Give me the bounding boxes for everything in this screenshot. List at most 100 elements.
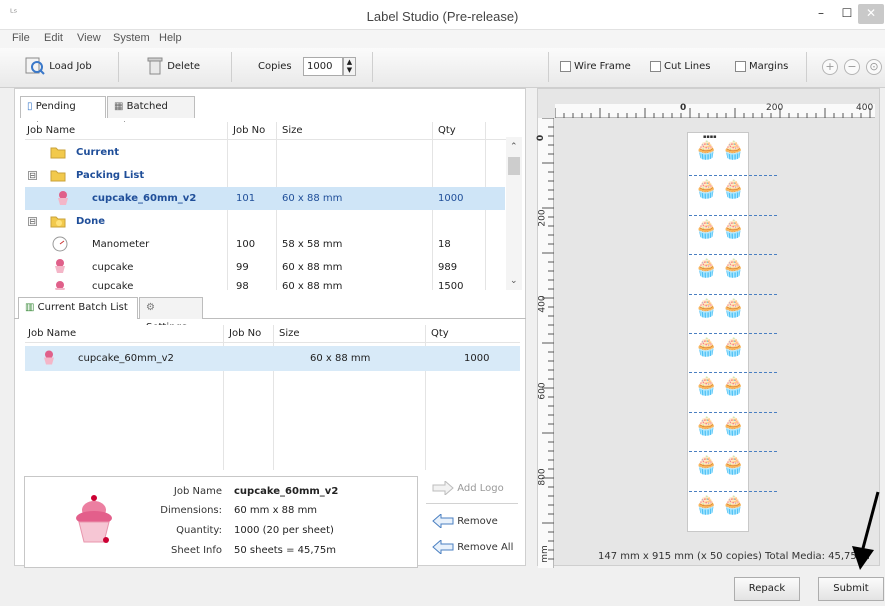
cupcake-label: 🧁 <box>722 337 745 358</box>
qty-cell: 1500 <box>438 281 464 290</box>
collapse-toggle[interactable]: ⊟ <box>28 217 37 226</box>
divider <box>426 503 518 504</box>
col-qty: Qty <box>431 325 449 343</box>
cupcake-label: 🧁 <box>722 455 745 477</box>
scroll-thumb[interactable] <box>508 157 520 175</box>
menu-view[interactable]: View <box>77 32 101 44</box>
copies-spinner[interactable]: ▲ ▼ <box>343 57 356 76</box>
repack-button[interactable]: Repack <box>734 577 800 601</box>
table-row-clipped[interactable]: cupcake 98 60 x 88 mm 1500 <box>25 279 505 290</box>
submit-button[interactable]: Submit <box>818 577 884 601</box>
media-status: 147 mm x 915 mm (x 50 copies) Total Medi… <box>598 551 870 562</box>
pointer-arrow-icon <box>852 491 880 570</box>
ruler-label: 200 <box>766 103 784 113</box>
load-job-label: Load Job <box>49 61 92 72</box>
cupcake-label: 🧁 <box>695 218 718 240</box>
gear-icon: ⚙ <box>146 302 155 313</box>
tab-pending-jobs[interactable]: ▯ Pending Jobs <box>20 96 106 132</box>
sheet-info-label: Sheet Info <box>170 545 222 556</box>
cupcake-icon <box>54 259 66 276</box>
cupcake-label: 🧁 <box>695 494 718 516</box>
job-no-cell: 99 <box>236 262 249 273</box>
tab-settings[interactable]: ⚙ Settings <box>139 297 203 333</box>
menu-file[interactable]: File <box>12 32 30 44</box>
cupcake-label: 🧁 <box>722 140 745 161</box>
jobs-table-header <box>25 122 506 140</box>
menu-edit[interactable]: Edit <box>44 32 63 44</box>
qty-cell: 1000 <box>464 353 490 364</box>
margins-checkbox[interactable]: Margins <box>735 56 788 78</box>
job-no-cell: 98 <box>236 281 249 290</box>
scroll-up-icon[interactable]: ⌃ <box>510 142 518 152</box>
toolbar-separator <box>372 52 373 82</box>
cut-line <box>689 411 777 413</box>
cupcake-label: 🧁 <box>695 297 718 319</box>
job-name-cell: cupcake <box>92 262 134 273</box>
toolbar-separator <box>118 52 119 82</box>
ruler-label: 400 <box>856 103 874 113</box>
document-icon: ▯ <box>27 101 33 112</box>
ruler-label: 0 <box>680 103 687 113</box>
dimensions-value: 60 mm x 88 mm <box>234 505 318 516</box>
cut-lines-label: Cut Lines <box>664 61 711 72</box>
delete-label: Delete <box>167 61 201 72</box>
menu-system[interactable]: System <box>113 32 150 44</box>
ruler-horizontal <box>554 104 875 118</box>
tab-label: Current Batch List <box>37 302 128 313</box>
job-name-cell: cupcake_60mm_v2 <box>78 353 174 364</box>
folder-smiley-icon <box>50 214 66 231</box>
remove-label: Remove <box>457 516 498 527</box>
zoom-reset-icon[interactable]: ⊙ <box>866 59 882 75</box>
tab-current-batch-list[interactable]: ▥ Current Batch List <box>18 297 138 319</box>
margins-label: Margins <box>749 61 789 72</box>
col-job-no: Job No <box>229 325 262 343</box>
tree-label-current: Current <box>76 147 120 158</box>
cupcake-label: 🧁 <box>722 218 745 240</box>
ruler-label: 0 <box>536 134 547 142</box>
zoom-in-icon[interactable]: + <box>822 59 838 75</box>
cupcake-label: 🧁 <box>722 494 745 516</box>
cupcake-label: 🧁 <box>695 415 718 437</box>
ruler-label: 600 <box>537 382 548 400</box>
load-job-button[interactable]: Load Job <box>24 56 92 78</box>
cut-lines-checkbox[interactable]: Cut Lines <box>650 56 710 78</box>
cupcake-label: 🧁 <box>695 376 718 398</box>
cut-line <box>689 333 777 334</box>
scroll-down-icon[interactable]: ⌄ <box>510 276 518 286</box>
job-name-cell: cupcake_60mm_v2 <box>92 193 197 204</box>
cupcake-label: 🧁 <box>722 376 745 398</box>
ruler-ticks <box>542 117 554 560</box>
size-cell: 60 x 88 mm <box>310 353 371 364</box>
minimize-button[interactable]: – <box>810 4 832 24</box>
col-qty: Qty <box>438 122 456 140</box>
add-logo-label: Add Logo <box>457 483 504 494</box>
arrow-left-icon <box>432 540 454 554</box>
job-no-cell: 100 <box>236 239 256 250</box>
cut-line <box>689 451 777 453</box>
add-logo-button[interactable]: Add Logo <box>432 481 504 495</box>
delete-button[interactable]: Delete <box>146 56 200 78</box>
remove-button[interactable]: Remove <box>432 514 498 528</box>
cut-line <box>689 214 777 216</box>
remove-all-button[interactable]: Remove All <box>432 540 513 554</box>
cupcake-icon <box>54 281 66 290</box>
wire-frame-checkbox[interactable]: Wire Frame <box>560 56 631 78</box>
cut-line <box>689 293 777 295</box>
job-name-label: Job Name <box>173 486 222 497</box>
ruler-label: 200 <box>537 209 548 227</box>
maximize-button[interactable]: ☐ <box>836 4 858 24</box>
collapse-toggle[interactable]: ⊟ <box>28 171 37 180</box>
toolbar-separator <box>548 52 549 82</box>
qty-cell: 18 <box>438 239 451 250</box>
tab-batched-jobs[interactable]: ▦ Batched Jobs <box>107 96 195 132</box>
close-button[interactable]: ✕ <box>858 4 884 24</box>
copies-input[interactable]: 1000 <box>303 57 343 76</box>
checkbox-box <box>560 60 571 72</box>
size-cell: 58 x 58 mm <box>282 239 343 250</box>
zoom-out-icon[interactable]: − <box>844 59 860 75</box>
quantity-label: Quantity: <box>176 525 222 536</box>
cupcake-label: 🧁 <box>722 297 745 319</box>
ruler-vertical <box>538 117 554 568</box>
job-name-cell: Manometer <box>92 239 150 250</box>
menu-help[interactable]: Help <box>159 32 182 44</box>
